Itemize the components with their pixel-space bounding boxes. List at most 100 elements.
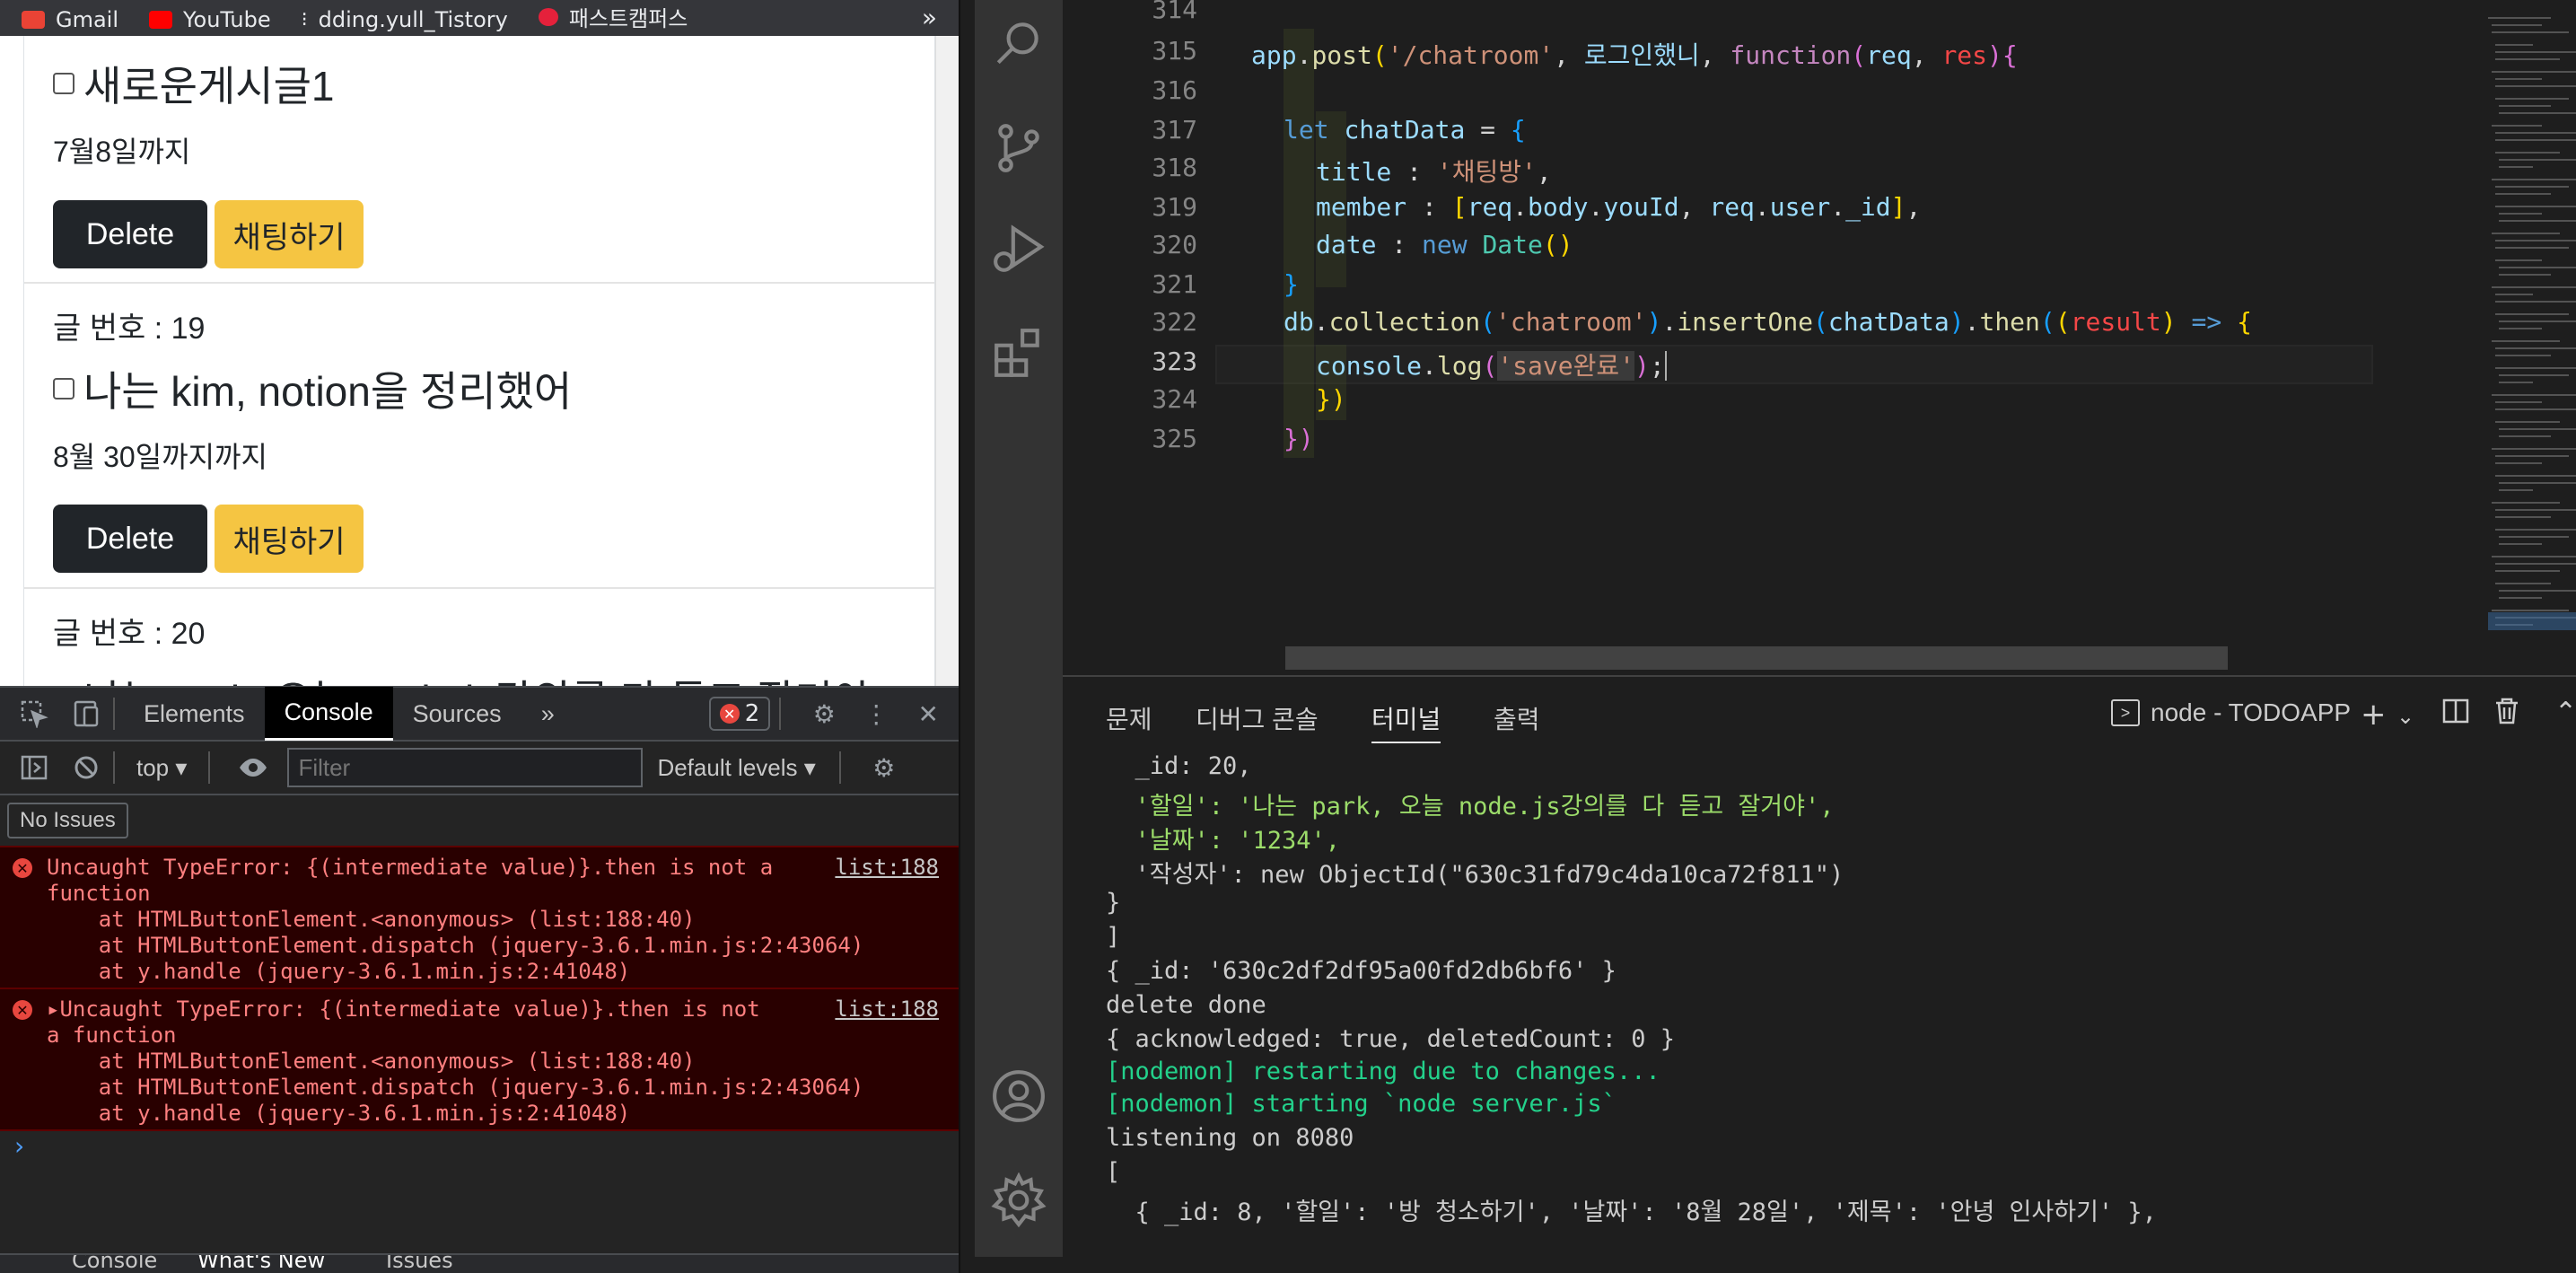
kebab-menu-icon[interactable]: ⋮ [858,696,894,732]
window-divider[interactable] [959,0,975,1273]
line-number: 322 [1152,307,1197,337]
source-link[interactable]: list:188 [835,996,939,1023]
console-toolbar: top ▾ Default levels ▾ ⚙ [0,742,959,795]
terminal-line: [nodemon] restarting due to changes... [1106,1058,1660,1085]
tab-debug-console[interactable]: 디버그 콘솔 [1196,700,1319,736]
stack-frame[interactable]: at HTMLButtonElement.<anonymous> (list:1… [0,907,959,933]
inspect-element-icon[interactable] [16,696,52,732]
clear-console-icon[interactable] [68,750,104,786]
terminal-line: listening on 8080 [1106,1124,1354,1152]
terminal-line: } [1106,889,1121,917]
gear-icon[interactable]: ⚙ [866,750,902,786]
list-item: 글 번호 : 19 나는 kim, notion을 정리했어 8월 30일까지까… [24,284,934,589]
post-checkbox[interactable] [53,73,74,94]
drawer-tab-console[interactable]: Console [72,1255,157,1273]
code-line: app.post('/chatroom', 로그인했니, function(re… [1251,40,2018,70]
divider [113,751,115,784]
run-debug-icon[interactable] [991,221,1047,277]
console-error-message: ✕ ▸Uncaught TypeError: {(intermediate va… [0,988,959,1131]
post-checkbox[interactable] [53,378,74,399]
context-select[interactable]: top ▾ [124,754,199,782]
line-number: 325 [1152,424,1197,453]
sidebar-toggle-icon[interactable] [16,750,52,786]
vscode-window: 314 315 316 317 318 319 320 321 322 323 … [975,0,2576,1273]
trash-icon[interactable] [2493,697,2520,733]
minimap[interactable] [2488,9,2576,637]
no-issues-button[interactable]: No Issues [7,803,128,838]
stack-frame[interactable]: at y.handle (jquery-3.6.1.min.js:2:41048… [0,1101,959,1127]
line-number: 324 [1152,384,1197,414]
tab-terminal[interactable]: 터미널 [1371,700,1441,743]
chat-button[interactable]: 채팅하기 [215,200,364,268]
drawer-tabbar: Console What's New Issues [0,1253,959,1273]
terminal-line: '작성자': new ObjectId("630c31fd79c4da10ca7… [1106,861,1844,889]
device-toolbar-icon[interactable] [68,696,104,732]
line-number: 321 [1152,269,1197,299]
chevron-down-icon[interactable]: ⌄ [2396,704,2414,729]
line-number: 316 [1152,75,1197,105]
bookmarks-more-button[interactable]: » [922,3,937,32]
terminal-line: { _id: '630c2df2df95a00fd2db6bf6' } [1106,957,1617,985]
post-date: 7월8일까지 [53,136,191,168]
console-prompt[interactable]: › [14,1131,24,1161]
horizontal-scrollbar[interactable] [1285,646,2228,670]
list-item: 새로운게시글1 7월8일까지 Delete 채팅하기 [24,36,934,284]
issues-row: No Issues [0,795,959,847]
search-icon[interactable] [991,16,1047,72]
eye-icon[interactable] [235,750,271,786]
line-number: 320 [1152,230,1197,259]
bookmarks-bar: Gmail YouTube ⁝ dding.yull_Tistory 패스트캠퍼스… [0,0,959,36]
tab-sources[interactable]: Sources [393,687,521,741]
stack-frame[interactable]: at HTMLButtonElement.dispatch (jquery-3.… [0,933,959,959]
bookmark-tistory[interactable]: ⁝ dding.yull_Tistory [302,7,508,32]
tab-problems[interactable]: 문제 [1106,700,1152,736]
tab-elements[interactable]: Elements [124,687,265,741]
gear-icon[interactable] [991,1172,1047,1228]
filter-input[interactable] [287,748,644,787]
bookmark-gmail[interactable]: Gmail [22,7,118,32]
code-editor[interactable]: 314 315 316 317 318 319 320 321 322 323 … [1063,0,2576,675]
split-terminal-icon[interactable] [2441,697,2470,733]
plus-icon[interactable]: + [2361,697,2387,733]
stack-frame[interactable]: at HTMLButtonElement.dispatch (jquery-3.… [0,1075,959,1101]
terminal-selector[interactable]: > node - TODOAPP [2111,698,2351,727]
account-icon[interactable] [991,1068,1047,1124]
terminal-line: { acknowledged: true, deletedCount: 0 } [1106,1025,1675,1053]
error-count-badge[interactable]: ✕ 2 [708,697,771,731]
code-line: } [1284,269,1299,299]
page-scrollbar[interactable] [935,36,959,686]
line-number: 323 [1152,347,1197,376]
drawer-tab-issues[interactable]: Issues [386,1255,453,1273]
terminal-line: '날짜': '1234', [1106,827,1341,855]
delete-button[interactable]: Delete [53,200,207,268]
tab-output[interactable]: 출력 [1494,700,1540,736]
drawer-tab-whats-new[interactable]: What's New [197,1255,325,1273]
bookmark-fastcampus[interactable]: 패스트캠퍼스 [538,1,688,32]
terminal-output[interactable]: _id: 20, '할일': '나는 park, 오늘 node.js강의를 다… [1063,752,2576,1259]
status-bar [975,1257,2576,1273]
code-line: }) [1284,424,1314,453]
more-tabs-button[interactable]: » [521,687,574,741]
chat-button[interactable]: 채팅하기 [215,505,364,573]
chevron-up-icon[interactable]: ⌃ [2554,697,2576,728]
line-number: 319 [1152,192,1197,222]
error-text[interactable]: ▸Uncaught TypeError: {(intermediate valu… [0,996,959,1023]
tab-console[interactable]: Console [264,687,393,741]
devtools-panel: Elements Console Sources » ✕ 2 ⚙ ⋮ ✕ top … [0,686,959,1273]
extensions-icon[interactable] [991,325,1047,381]
default-levels-dropdown[interactable]: Default levels ▾ [643,754,829,782]
source-link[interactable]: list:188 [835,855,939,881]
youtube-icon [149,11,173,29]
code-line: title : '채팅방', [1316,157,1552,187]
error-text: function [47,881,151,906]
dots-icon: ⁝ [301,8,308,31]
source-control-icon[interactable] [991,120,1047,176]
terminal-line: delete done [1106,991,1266,1019]
stack-frame[interactable]: at y.handle (jquery-3.6.1.min.js:2:41048… [0,959,959,985]
close-icon[interactable]: ✕ [910,696,946,732]
bookmark-youtube[interactable]: YouTube [149,7,271,32]
stack-frame[interactable]: at HTMLButtonElement.<anonymous> (list:1… [0,1049,959,1075]
delete-button[interactable]: Delete [53,505,207,573]
gear-icon[interactable]: ⚙ [806,696,842,732]
panel-tabbar: 문제 디버그 콘솔 터미널 출력 > node - TODOAPP + ⌄ ⌃ [1063,677,2576,752]
